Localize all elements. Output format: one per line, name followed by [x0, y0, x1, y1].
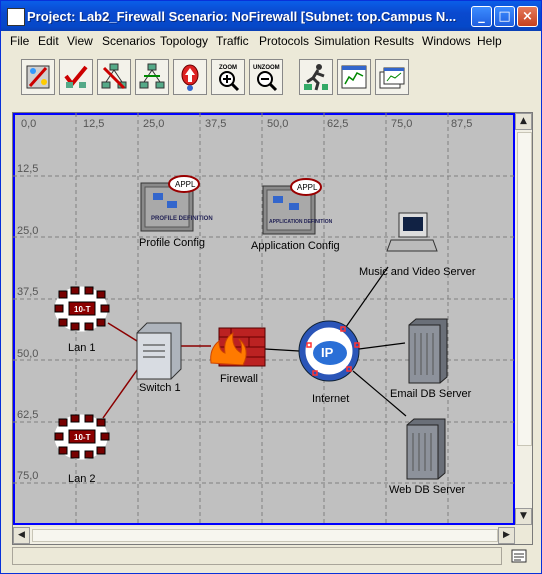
view-results-button[interactable] — [337, 59, 371, 95]
fail-node-icon — [101, 63, 127, 90]
hub-label: 10-T — [74, 305, 91, 314]
switch-node[interactable]: Switch 1 — [136, 322, 182, 394]
toolbar: ZOOM UNZOOM — [11, 57, 523, 101]
menu-bar: File Edit View Scenarios Topology Traffi… — [1, 31, 541, 51]
app-icon — [7, 8, 25, 26]
palette-icon — [26, 65, 50, 89]
menu-view[interactable]: View — [67, 34, 93, 48]
menu-protocols[interactable]: Protocols — [259, 34, 309, 48]
graph-stack-icon — [379, 67, 405, 89]
close-button[interactable]: × — [517, 6, 538, 27]
menu-topology[interactable]: Topology — [160, 34, 208, 48]
firewall-label: Firewall — [220, 373, 258, 385]
hide-graphs-button[interactable] — [375, 59, 409, 95]
menu-simulation[interactable]: Simulation — [314, 34, 370, 48]
x-tick: 25,0 — [143, 118, 164, 130]
application-badge-text: APPLICATION DEFINITION — [269, 219, 333, 225]
unzoom-button[interactable]: UNZOOM — [249, 59, 283, 95]
appl-badge: APPL — [297, 183, 318, 192]
app-window: Project: Lab2_Firewall Scenario: NoFirew… — [0, 0, 542, 574]
runner-icon — [304, 64, 328, 91]
x-tick: 37,5 — [205, 118, 226, 130]
title-bar[interactable]: Project: Lab2_Firewall Scenario: NoFirew… — [1, 1, 541, 31]
scroll-down-button[interactable]: ▼ — [515, 508, 532, 525]
switch-label: Switch 1 — [139, 382, 181, 394]
menu-file[interactable]: File — [10, 34, 29, 48]
y-tick: 37,5 — [17, 286, 38, 298]
network-canvas[interactable]: 0,0 12,5 25,0 37,5 50,0 62,5 75,0 87,5 1… — [13, 113, 515, 525]
vertical-scrollbar[interactable]: ▲ ▼ — [515, 113, 532, 525]
zoom-out-icon: UNZOOM — [253, 65, 280, 92]
scroll-right-button[interactable]: ▶ — [498, 527, 515, 544]
maximize-button[interactable]: □ — [494, 6, 515, 27]
zoom-in-icon: ZOOM — [219, 65, 240, 92]
appl-badge: APPL — [175, 180, 196, 189]
project-workspace: 0,0 12,5 25,0 37,5 50,0 62,5 75,0 87,5 1… — [12, 112, 533, 545]
web-server-label: Web DB Server — [389, 484, 466, 496]
open-palette-button[interactable] — [21, 59, 55, 95]
menu-windows[interactable]: Windows — [422, 34, 471, 48]
fail-nodes-button[interactable] — [97, 59, 131, 95]
configure-simulation-button[interactable] — [299, 59, 333, 95]
menu-edit[interactable]: Edit — [38, 34, 59, 48]
window-title: Project: Lab2_Firewall Scenario: NoFirew… — [27, 9, 457, 24]
return-parent-button[interactable] — [173, 59, 207, 95]
up-arrow-icon — [181, 64, 199, 91]
x-tick: 62,5 — [327, 118, 348, 130]
menu-help[interactable]: Help — [477, 34, 502, 48]
menu-traffic[interactable]: Traffic — [216, 34, 249, 48]
lan2-label: Lan 2 — [68, 473, 96, 485]
x-tick: 12,5 — [83, 118, 104, 130]
message-log-icon[interactable] — [511, 548, 527, 564]
y-tick: 50,0 — [17, 348, 38, 360]
recover-node-icon — [139, 63, 165, 89]
recover-nodes-button[interactable] — [135, 59, 169, 95]
status-bar — [12, 547, 502, 565]
internet-label: Internet — [312, 393, 349, 405]
horizontal-scroll-thumb[interactable] — [32, 529, 498, 542]
y-tick: 75,0 — [17, 470, 38, 482]
x-tick: 0,0 — [21, 118, 36, 130]
menu-results[interactable]: Results — [374, 34, 414, 48]
x-tick: 75,0 — [391, 118, 412, 130]
menu-scenarios[interactable]: Scenarios — [102, 34, 155, 48]
ip-label: IP — [321, 345, 334, 360]
scroll-left-button[interactable]: ◀ — [13, 527, 30, 544]
vertical-scroll-thumb[interactable] — [517, 132, 532, 446]
scroll-up-button[interactable]: ▲ — [515, 113, 532, 130]
music-server-label: Music and Video Server — [359, 266, 476, 278]
y-tick: 12,5 — [17, 163, 38, 175]
x-tick: 50,0 — [267, 118, 288, 130]
application-config-label: Application Config — [251, 240, 340, 252]
email-server-label: Email DB Server — [390, 388, 472, 400]
profile-config-label: Profile Config — [139, 237, 205, 249]
hub-label: 10-T — [74, 433, 91, 442]
lan1-label: Lan 1 — [68, 342, 96, 354]
horizontal-scrollbar[interactable]: ◀ ▶ — [13, 527, 515, 544]
x-tick: 87,5 — [451, 118, 472, 130]
unzoom-label: UNZOOM — [253, 65, 280, 71]
zoom-label: ZOOM — [219, 65, 237, 71]
zoom-button[interactable]: ZOOM — [211, 59, 245, 95]
checkmark-icon — [64, 65, 88, 88]
minimize-button[interactable]: _ — [471, 6, 492, 27]
profile-badge-text: PROFILE DEFINITION — [151, 216, 213, 222]
y-tick: 62,5 — [17, 409, 38, 421]
graph-icon — [341, 65, 367, 89]
y-tick: 25,0 — [17, 225, 38, 237]
verify-links-button[interactable] — [59, 59, 93, 95]
